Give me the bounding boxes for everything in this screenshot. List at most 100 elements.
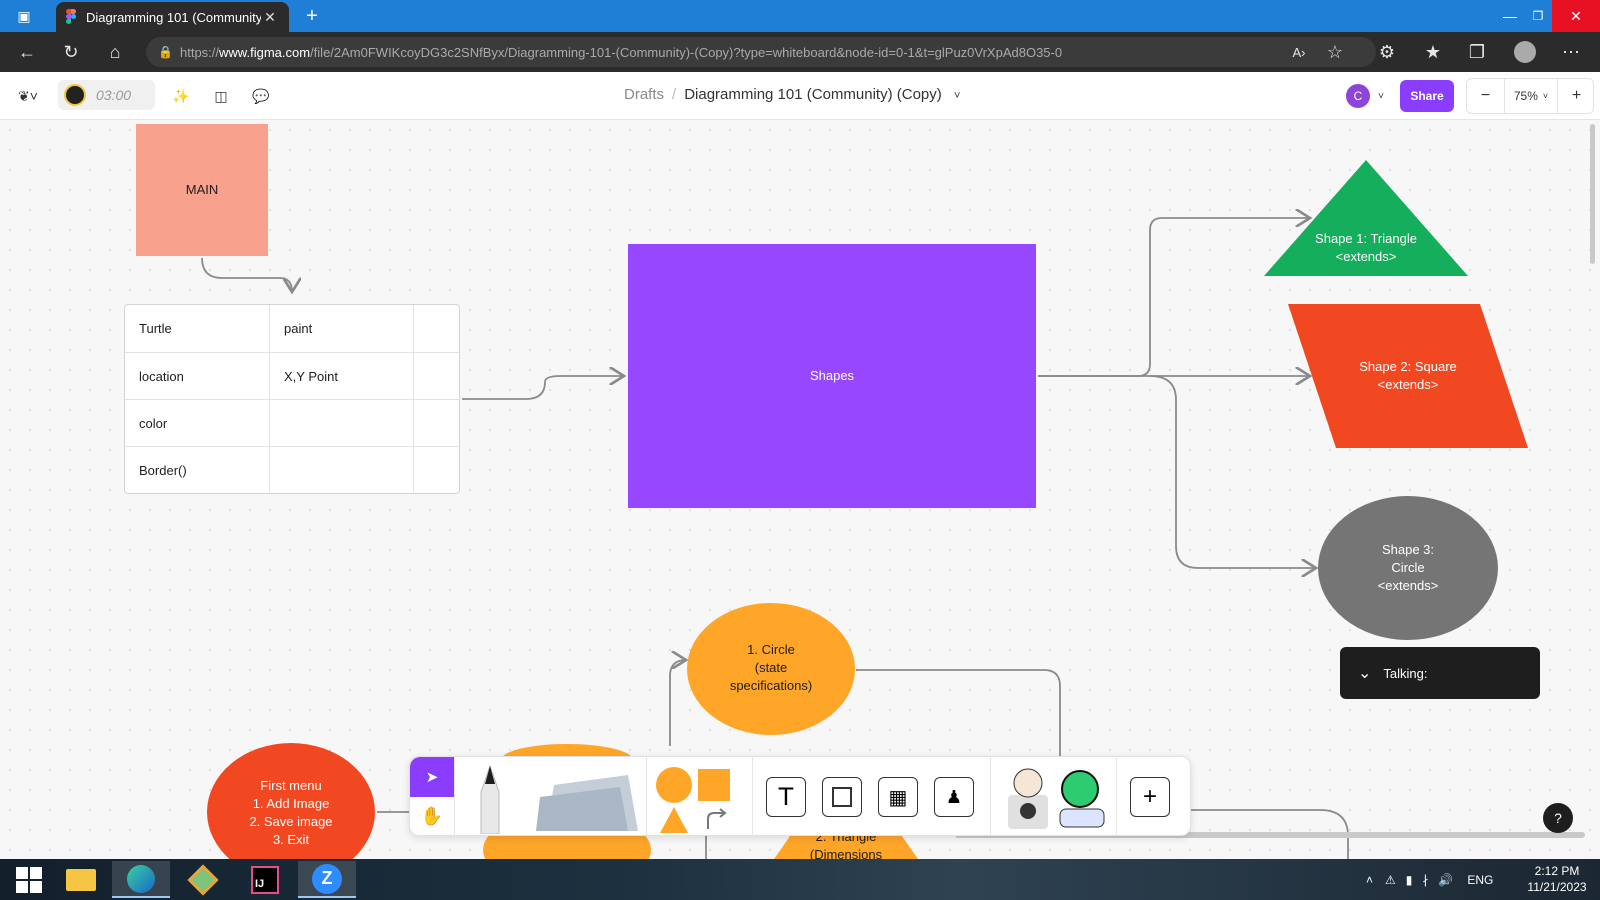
profile-icon[interactable] (1512, 40, 1538, 64)
show-hidden-icons-icon[interactable]: ˄ (1366, 873, 1373, 887)
table-row[interactable]: location X,Y Point (125, 352, 459, 400)
favorites-icon[interactable]: ★ (1420, 40, 1446, 64)
first-menu-line: 3. Exit (272, 832, 310, 847)
home-icon[interactable]: ⌂ (102, 40, 128, 64)
widgets-stickers-icon[interactable] (1002, 765, 1112, 831)
table-cell[interactable] (413, 353, 459, 400)
url-field[interactable]: 🔒 https://www.figma.com/file/2Am0FWIKcoy… (146, 37, 1376, 67)
edge-browser-icon[interactable] (112, 861, 170, 898)
table-cell[interactable] (269, 400, 413, 447)
ai-sparkle-icon[interactable]: ✨ (168, 84, 194, 108)
state-circle-label: 1. Circle (state specifications) (729, 642, 813, 693)
creation-toolbar: ➤ ✋ T ▦ ♟ + (409, 756, 1191, 836)
timer-value: 03:00 (96, 87, 132, 103)
system-clock[interactable]: 2:12 PM 11/21/2023 (1520, 863, 1594, 895)
talking-panel[interactable]: ⌄ Talking: (1340, 647, 1540, 699)
connector-main-to-table (201, 257, 292, 292)
read-aloud-icon[interactable]: A› (1286, 40, 1312, 64)
sticky-note-tool-icon[interactable] (536, 767, 640, 831)
more-options-icon[interactable]: ⋯ (1558, 40, 1584, 64)
windows-start-icon[interactable] (0, 861, 58, 898)
table-cell[interactable] (413, 305, 459, 352)
table-cell[interactable]: X,Y Point (269, 353, 413, 400)
zoom-control: − 75% ˅ + (1466, 78, 1594, 114)
toolbar-divider (990, 757, 991, 835)
zoom-level[interactable]: 75% ˅ (1505, 79, 1557, 113)
avatar-chevron-down-icon[interactable]: ˅ (1374, 84, 1388, 108)
reload-icon[interactable]: ↻ (58, 40, 84, 64)
connector-state-circle-right (856, 669, 1061, 760)
git-app-icon[interactable] (174, 861, 232, 898)
section-tool-icon[interactable] (822, 777, 862, 817)
volume-icon[interactable]: 🔊 (1438, 873, 1453, 887)
collections-icon[interactable]: ❐ (1464, 40, 1490, 64)
new-tab-icon[interactable]: + (290, 0, 334, 32)
triangle-label: Shape 1: Triangle <extends> (1315, 231, 1417, 264)
zoom-in-button[interactable]: + (1557, 79, 1595, 113)
table-cell[interactable]: paint (269, 305, 413, 352)
battery-icon[interactable]: ▮ (1406, 873, 1413, 887)
table-row[interactable]: Turtle paint (125, 305, 459, 352)
first-menu-line: 1. Add Image (252, 796, 330, 811)
file-explorer-icon[interactable] (52, 861, 110, 898)
chevron-down-icon[interactable]: ⌄ (1358, 663, 1371, 683)
zoom-out-button[interactable]: − (1467, 79, 1505, 113)
main-node[interactable]: MAIN (136, 124, 268, 256)
address-bar: ← ↻ ⌂ 🔒 https://www.figma.com/file/2Am0F… (0, 32, 1600, 72)
hand-tool-icon[interactable]: ✋ (410, 797, 454, 835)
vertical-scrollbar[interactable] (1590, 124, 1595, 264)
table-row[interactable]: color (125, 399, 459, 447)
favorite-add-icon[interactable]: ☆ (1322, 40, 1348, 64)
user-avatar[interactable]: C (1346, 84, 1370, 108)
table-cell[interactable]: Turtle (125, 305, 269, 352)
table-cell[interactable]: location (125, 353, 269, 400)
table-cell[interactable]: color (125, 400, 269, 447)
tab-actions-icon[interactable]: ▣ (2, 0, 46, 32)
comment-icon[interactable]: 💬 (248, 84, 274, 108)
connector-shapes-to-triangle (1038, 218, 1310, 377)
talking-label: Talking: (1383, 665, 1428, 681)
file-name[interactable]: Diagramming 101 (Community) (Copy) (684, 86, 942, 103)
more-tools-plus-icon[interactable]: + (1130, 777, 1170, 817)
layout-icon[interactable]: ◫ (208, 84, 234, 108)
close-window-icon[interactable]: ✕ (1552, 0, 1600, 32)
clock-time: 2:12 PM (1534, 864, 1580, 878)
zoom-app-icon[interactable]: Z (298, 861, 356, 898)
table-cell[interactable]: Border() (125, 447, 269, 494)
table-row[interactable]: Border() (125, 446, 459, 494)
chevron-down-icon[interactable]: ˅ (954, 90, 960, 102)
first-menu-line: 2. Save image (249, 814, 333, 829)
timer-avatar-icon (64, 84, 86, 106)
lock-icon: 🔒 (158, 45, 173, 59)
share-button[interactable]: Share (1400, 80, 1454, 112)
timer-widget[interactable]: 03:00 (58, 80, 155, 110)
table-cell[interactable] (269, 447, 413, 494)
main-label: MAIN (185, 182, 219, 197)
network-warning-icon[interactable]: ⚠ (1385, 873, 1396, 887)
toolbar-divider (454, 757, 455, 835)
intellij-icon[interactable]: IJ (236, 861, 294, 898)
wifi-icon[interactable]: ∤ (1422, 873, 1428, 887)
help-button[interactable]: ? (1543, 803, 1573, 833)
connector-table-to-shapes (462, 376, 624, 400)
browser-tab-active[interactable]: Diagramming 101 (Community) ✕ (56, 2, 289, 32)
shapes-node[interactable]: Shapes (628, 244, 1036, 508)
table-tool-icon[interactable]: ▦ (878, 777, 918, 817)
table-cell[interactable] (413, 400, 459, 447)
class-table[interactable]: Turtle paint location X,Y Point color Border(… (124, 304, 460, 494)
figma-menu-icon[interactable]: ❦˅ (12, 84, 44, 108)
whiteboard-canvas[interactable]: MAIN Turtle paint location X,Y Point color Bo… (0, 120, 1600, 859)
first-menu-label: First menu 1. Add Image 2. Save image 3. Ex… (221, 776, 361, 850)
move-tool-icon[interactable]: ➤ (410, 757, 454, 797)
back-icon[interactable]: ← (14, 40, 40, 64)
language-indicator[interactable]: ENG (1467, 873, 1493, 887)
tab-close-icon[interactable]: ✕ (261, 9, 279, 26)
shape-tool-icon[interactable] (654, 763, 744, 833)
text-tool-icon[interactable]: T (766, 777, 806, 817)
breadcrumb-drafts[interactable]: Drafts (624, 86, 664, 103)
extensions-icon[interactable]: ⚙ (1374, 40, 1400, 64)
table-cell[interactable] (413, 447, 459, 494)
marker-tool-icon[interactable] (470, 761, 510, 835)
first-menu-line: First menu (260, 778, 322, 793)
stamp-tool-icon[interactable]: ♟ (934, 777, 974, 817)
